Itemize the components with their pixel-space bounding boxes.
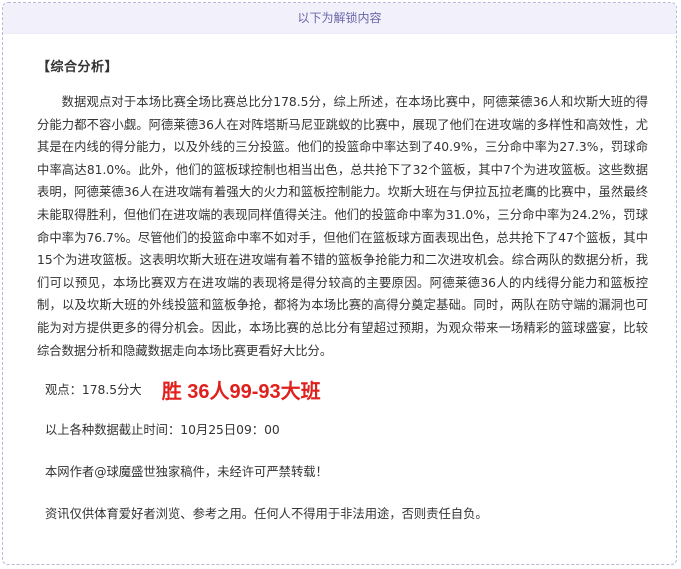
unlock-banner: 以下为解锁内容 — [3, 3, 676, 34]
deadline-text: 以上各种数据截止时间：10月25日09：00 — [45, 423, 280, 438]
copyright-text: 本网作者@球魔盛世独家稿件，未经许可严禁转载！ — [45, 465, 328, 480]
viewpoint-pick: 胜 36人99-93大班 — [161, 380, 321, 403]
section-title: 【综合分析】 — [37, 60, 119, 75]
analysis-paragraph: 数据观点对于本场比赛全场比赛总比分178.5分，综上所述，在本场比赛中，阿德莱德… — [37, 95, 648, 358]
viewpoint-label: 观点：178.5分大 — [45, 383, 142, 398]
viewpoint-row: 观点：178.5分大 胜 36人99-93大班 — [37, 374, 648, 404]
unlocked-content-card: 以下为解锁内容 【综合分析】 数据观点对于本场比赛全场比赛总比分178.5分，综… — [2, 2, 677, 565]
disclaimer-text: 资讯仅供体育爱好者浏览、参考之用。任何人不得用于非法用途，否则责任自负。 — [45, 507, 488, 522]
article-content: 【综合分析】 数据观点对于本场比赛全场比赛总比分178.5分，综上所述，在本场比… — [3, 56, 676, 523]
